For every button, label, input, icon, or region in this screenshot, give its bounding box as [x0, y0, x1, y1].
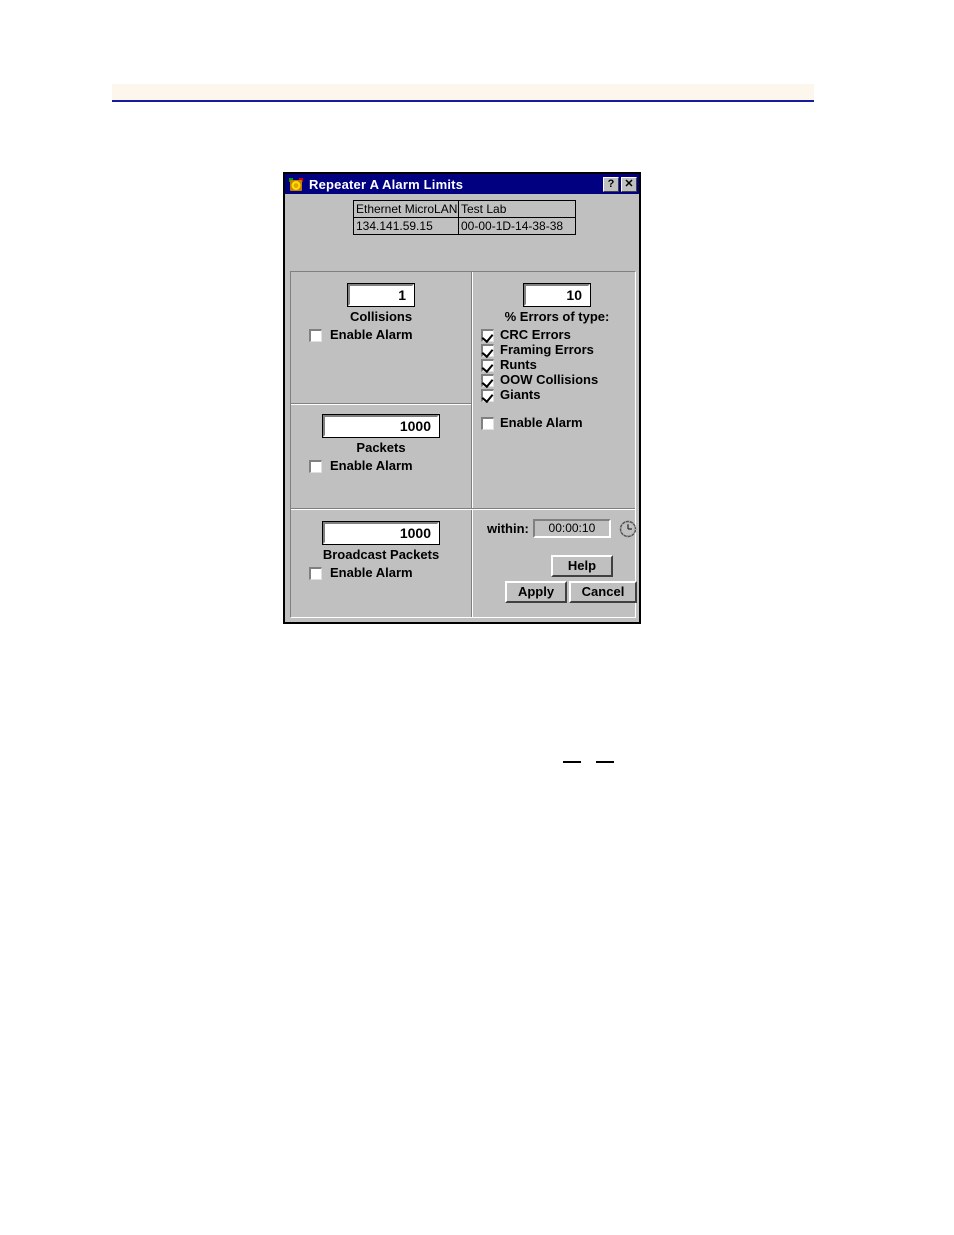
window-title: Repeater A Alarm Limits: [309, 176, 464, 192]
error-type-crc-label: CRC Errors: [500, 327, 571, 342]
broadcast-packets-label: Broadcast Packets: [322, 547, 440, 562]
error-type-list: CRC Errors Framing Errors Runts OOW Coll…: [481, 328, 633, 402]
within-row: within: 00:00:10: [487, 519, 637, 538]
table-row: 134.141.59.15 00-00-1D-14-38-38: [353, 217, 576, 235]
network-name-cell: Ethernet MicroLAN: [353, 200, 459, 218]
packets-enable-alarm-row[interactable]: Enable Alarm: [309, 459, 461, 473]
within-label: within:: [487, 521, 529, 536]
error-type-crc-row[interactable]: CRC Errors: [481, 328, 633, 342]
help-button[interactable]: Help: [551, 555, 613, 577]
broadcast-packets-input[interactable]: 1000: [322, 521, 440, 545]
error-type-runts-label: Runts: [500, 357, 537, 372]
divider-vertical-top: [471, 272, 473, 508]
error-type-giants-row[interactable]: Giants: [481, 388, 633, 402]
close-icon[interactable]: ✕: [621, 176, 637, 192]
errors-group: 10 % Errors of type: CRC Errors Framing …: [481, 283, 633, 430]
titlebar-buttons: ? ✕: [603, 176, 637, 192]
error-type-framing-row[interactable]: Framing Errors: [481, 343, 633, 357]
broadcast-packets-enable-alarm-row[interactable]: Enable Alarm: [309, 566, 461, 580]
device-info-table: Ethernet MicroLAN Test Lab 134.141.59.15…: [353, 200, 576, 235]
alarm-limits-frame: 1 Collisions Enable Alarm 1000 Packets E…: [290, 271, 637, 618]
page-artifact-dash-right: [596, 761, 614, 763]
ip-address-cell: 134.141.59.15: [353, 217, 459, 235]
page-header-band: [112, 84, 814, 100]
packets-group: 1000 Packets Enable Alarm: [301, 414, 461, 473]
errors-label: % Errors of type:: [504, 309, 610, 324]
collisions-group: 1 Collisions Enable Alarm: [301, 283, 461, 342]
error-type-crc-checkbox[interactable]: [481, 328, 494, 342]
packets-label: Packets: [356, 440, 406, 455]
within-input[interactable]: 00:00:10: [532, 519, 611, 538]
errors-enable-alarm-row[interactable]: Enable Alarm: [481, 416, 633, 430]
apply-button[interactable]: Apply: [505, 581, 567, 603]
error-type-runts-checkbox[interactable]: [481, 358, 494, 372]
error-type-giants-checkbox[interactable]: [481, 388, 494, 402]
collisions-enable-alarm-label: Enable Alarm: [330, 327, 413, 342]
error-type-oow-collisions-checkbox[interactable]: [481, 373, 494, 387]
collisions-label: Collisions: [349, 309, 413, 324]
collisions-enable-alarm-row[interactable]: Enable Alarm: [309, 328, 461, 342]
collisions-input[interactable]: 1: [347, 283, 415, 307]
mac-address-cell: 00-00-1D-14-38-38: [458, 217, 576, 235]
error-type-runts-row[interactable]: Runts: [481, 358, 633, 372]
divider-horizontal-bottom: [291, 508, 635, 510]
cancel-button[interactable]: Cancel: [569, 581, 637, 603]
help-titlebar-button[interactable]: ?: [603, 176, 619, 192]
location-cell: Test Lab: [458, 200, 576, 218]
alarm-limits-dialog: Repeater A Alarm Limits ? ✕ Ethernet Mic…: [283, 172, 641, 624]
packets-input[interactable]: 1000: [322, 414, 440, 438]
divider-horizontal-left: [291, 403, 471, 405]
page-artifact-dash-left: [563, 761, 581, 763]
table-row: Ethernet MicroLAN Test Lab: [353, 200, 576, 218]
errors-enable-alarm-label: Enable Alarm: [500, 415, 583, 430]
packets-enable-alarm-label: Enable Alarm: [330, 458, 413, 473]
divider-vertical-bottom: [471, 510, 473, 617]
collisions-enable-alarm-checkbox[interactable]: [309, 328, 322, 342]
title-bar[interactable]: Repeater A Alarm Limits ? ✕: [285, 174, 639, 194]
packets-enable-alarm-checkbox[interactable]: [309, 459, 322, 473]
broadcast-packets-group: 1000 Broadcast Packets Enable Alarm: [301, 521, 461, 580]
errors-enable-alarm-checkbox[interactable]: [481, 416, 494, 430]
page-header-rule: [112, 100, 814, 102]
error-type-oow-collisions-label: OOW Collisions: [500, 372, 599, 387]
error-type-oow-collisions-row[interactable]: OOW Collisions: [481, 373, 633, 387]
alarm-clock-icon: [288, 177, 304, 192]
errors-percent-input[interactable]: 10: [523, 283, 591, 307]
error-type-framing-checkbox[interactable]: [481, 343, 494, 357]
broadcast-packets-enable-alarm-label: Enable Alarm: [330, 565, 413, 580]
error-type-giants-label: Giants: [500, 387, 541, 402]
error-type-framing-label: Framing Errors: [500, 342, 594, 357]
broadcast-packets-enable-alarm-checkbox[interactable]: [309, 566, 322, 580]
clock-icon[interactable]: [619, 520, 637, 538]
